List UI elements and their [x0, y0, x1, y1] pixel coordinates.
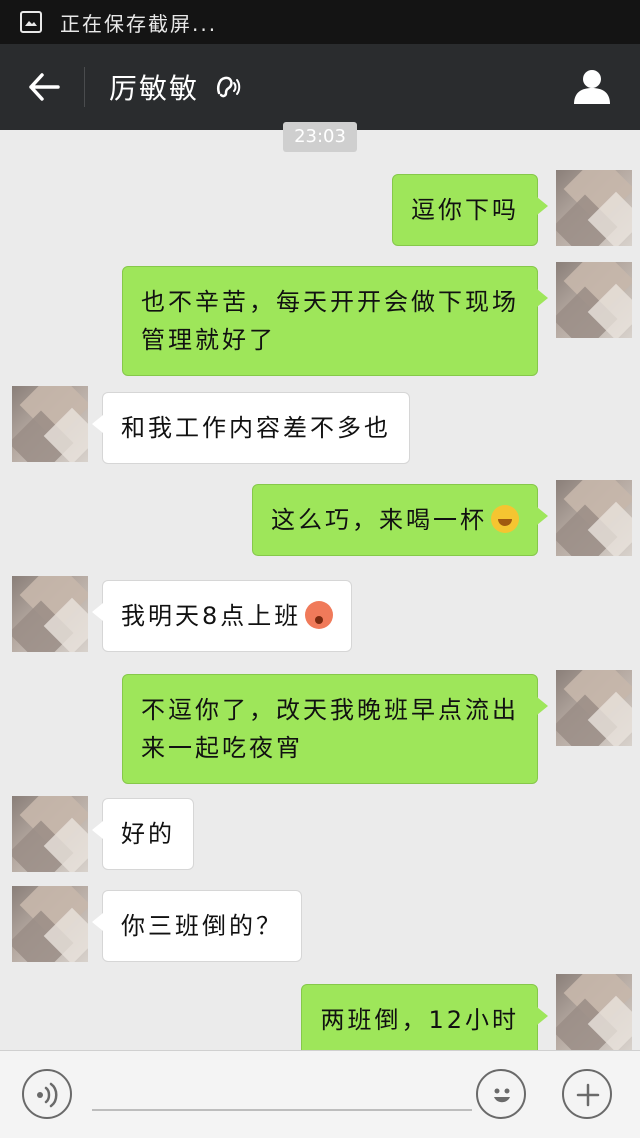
voice-icon[interactable]	[22, 1069, 72, 1119]
chat-title: 厉敏敏	[109, 72, 200, 105]
contact-profile-icon[interactable]	[572, 66, 612, 106]
my-avatar[interactable]	[556, 670, 632, 746]
earpiece-mode-icon	[213, 73, 241, 101]
grinning-emoji-icon	[491, 505, 519, 533]
input-bar	[0, 1050, 640, 1138]
message-input[interactable]	[92, 1109, 472, 1111]
plus-icon[interactable]	[562, 1069, 612, 1119]
message-sent: 也不辛苦，每天开开会做下现场管理就好了	[122, 266, 548, 376]
my-avatar[interactable]	[556, 480, 632, 556]
emoji-icon[interactable]	[476, 1069, 526, 1119]
status-text: 正在保存截屏...	[60, 11, 218, 36]
timestamp-label: 23:03	[283, 122, 357, 152]
message-bubble[interactable]: 我明天8点上班	[91, 580, 353, 652]
message-bubble[interactable]: 和我工作内容差不多也	[92, 392, 410, 464]
message-sent: 不逗你了，改天我晚班早点流出来一起吃夜宵	[122, 674, 548, 784]
contact-avatar[interactable]	[12, 576, 88, 652]
message-bubble[interactable]: 不逗你了，改天我晚班早点流出来一起吃夜宵	[122, 674, 548, 784]
contact-avatar[interactable]	[12, 886, 88, 962]
message-bubble[interactable]: 你三班倒的？	[92, 890, 302, 962]
message-sent: 逗你下吗	[392, 174, 548, 246]
message-received: 和我工作内容差不多也	[92, 392, 410, 464]
my-avatar[interactable]	[556, 170, 632, 246]
message-sent: 两班倒，12小时	[301, 984, 548, 1056]
message-bubble[interactable]: 这么巧，来喝一杯	[252, 484, 548, 556]
image-icon	[20, 11, 42, 33]
message-bubble[interactable]: 也不辛苦，每天开开会做下现场管理就好了	[122, 266, 548, 376]
message-received: 你三班倒的？	[92, 890, 302, 962]
status-bar: 正在保存截屏...	[0, 0, 640, 44]
my-avatar[interactable]	[556, 262, 632, 338]
message-text: 我明天8点上班	[121, 602, 302, 630]
contact-avatar[interactable]	[12, 796, 88, 872]
title-bar: 厉敏敏	[0, 44, 640, 130]
message-sent: 这么巧，来喝一杯	[252, 484, 548, 556]
message-received: 我明天8点上班	[91, 580, 353, 652]
message-bubble[interactable]: 好的	[92, 798, 194, 870]
back-arrow-icon[interactable]	[22, 65, 66, 109]
contact-avatar[interactable]	[12, 386, 88, 462]
message-bubble[interactable]: 两班倒，12小时	[301, 984, 548, 1056]
message-received: 好的	[92, 798, 194, 870]
message-bubble[interactable]: 逗你下吗	[392, 174, 548, 246]
my-avatar[interactable]	[556, 974, 632, 1050]
title-divider	[84, 67, 85, 107]
flushed-emoji-icon	[305, 601, 334, 629]
message-text: 这么巧，来喝一杯	[271, 506, 487, 534]
